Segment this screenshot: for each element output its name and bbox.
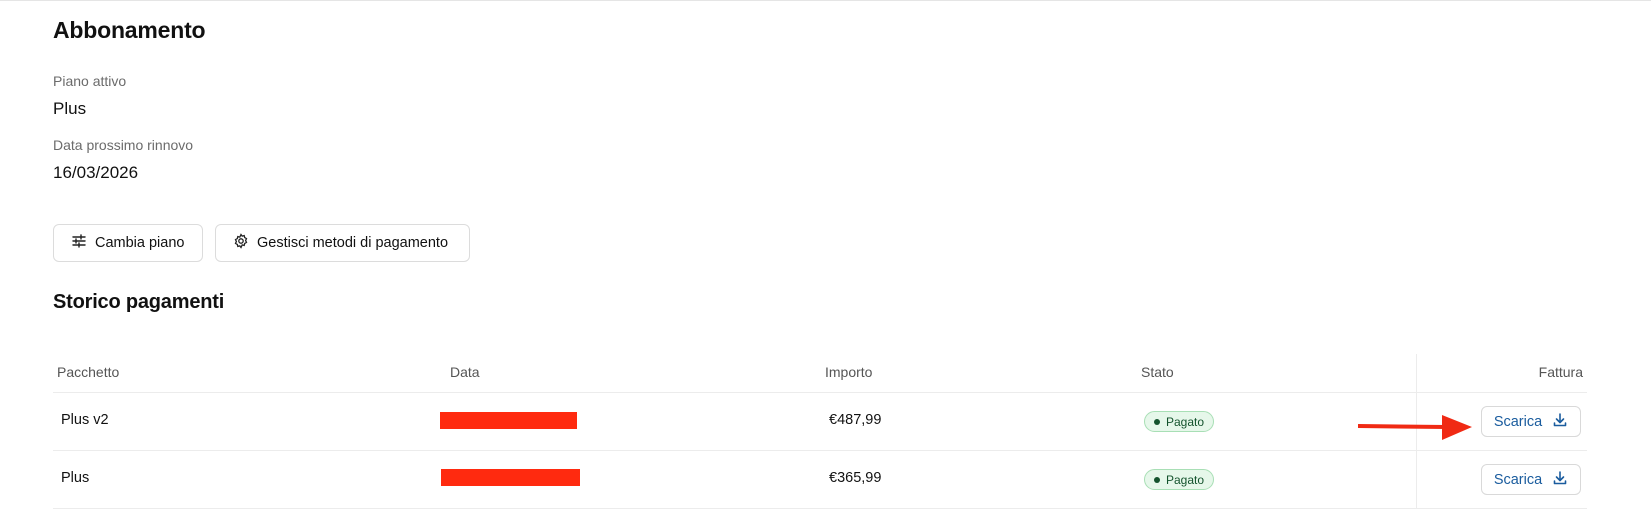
download-invoice-button[interactable]: Scarica: [1481, 464, 1581, 495]
download-icon: [1552, 470, 1568, 490]
redacted-date: [441, 469, 580, 486]
amount-cell: €487,99: [829, 412, 882, 428]
top-divider: [0, 0, 1651, 1]
status-label: Pagato: [1166, 472, 1205, 487]
manage-payment-label: Gestisci metodi di pagamento: [257, 235, 449, 251]
status-dot-icon: [1154, 418, 1160, 425]
status-dot-icon: [1154, 476, 1160, 483]
download-label: Scarica: [1493, 471, 1543, 488]
renewal-label: Data prossimo rinnovo: [53, 137, 194, 153]
status-badge: Pagato: [1144, 411, 1215, 432]
plan-label: Piano attivo: [53, 73, 127, 89]
table-row: Plus €365,99 Pagato Scarica: [53, 451, 1587, 509]
change-plan-button[interactable]: Cambia piano: [53, 224, 203, 262]
column-header-invoice: Fattura: [1538, 364, 1583, 380]
status-label: Pagato: [1166, 414, 1205, 429]
subscription-title: Abbonamento: [53, 17, 206, 43]
table-header: Pacchetto Data Importo Stato Fattura: [53, 354, 1587, 393]
gear-icon: [233, 233, 249, 253]
table-row: Plus v2 €487,99 Pagato Scarica: [53, 393, 1587, 451]
package-cell: Plus: [61, 470, 90, 486]
redacted-date: [440, 412, 577, 429]
plan-value: Plus: [53, 99, 87, 118]
change-plan-label: Cambia piano: [95, 235, 185, 251]
renewal-value: 16/03/2026: [53, 163, 139, 182]
payments-title: Storico pagamenti: [53, 291, 225, 313]
manage-payment-methods-button[interactable]: Gestisci metodi di pagamento: [215, 224, 470, 262]
column-header-amount: Importo: [825, 364, 873, 380]
download-invoice-button[interactable]: Scarica: [1481, 406, 1581, 437]
amount-cell: €365,99: [829, 470, 882, 486]
package-cell: Plus v2: [61, 412, 109, 428]
payments-table: Pacchetto Data Importo Stato Fattura Plu…: [53, 354, 1587, 509]
column-header-status: Stato: [1141, 364, 1174, 380]
column-header-package: Pacchetto: [57, 364, 120, 380]
column-header-date: Data: [450, 364, 480, 380]
download-icon: [1552, 412, 1568, 432]
download-label: Scarica: [1493, 413, 1543, 430]
status-badge: Pagato: [1144, 469, 1215, 490]
annotation-arrow-icon: [1358, 415, 1472, 440]
sliders-icon: [71, 233, 87, 253]
